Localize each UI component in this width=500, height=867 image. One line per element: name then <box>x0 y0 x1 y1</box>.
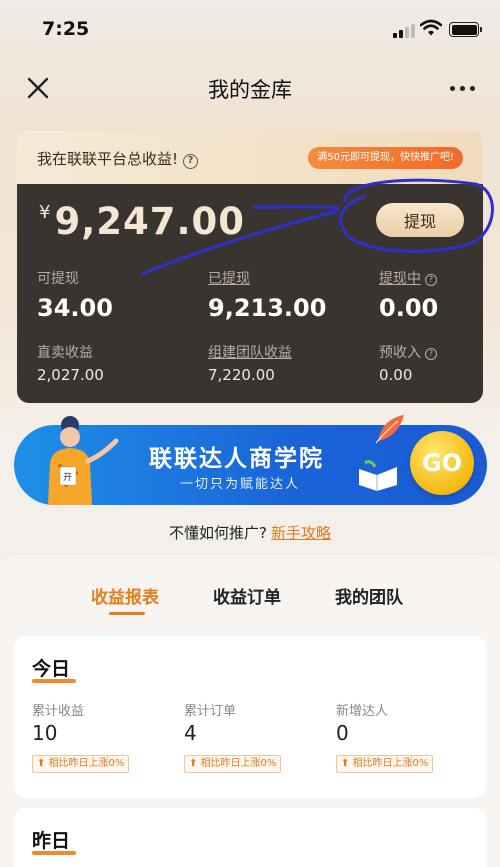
go-button[interactable]: GO <box>410 431 474 495</box>
substat-label: 预收入 <box>379 345 421 361</box>
balance-amount: 9,247.00 <box>54 200 246 243</box>
wifi-icon <box>420 19 442 36</box>
earnings-label: 我在联联平台总收益! <box>37 150 179 168</box>
banner-title: 联联达人商学院 <box>149 446 324 472</box>
metric-value: 10 <box>32 721 58 745</box>
cellular-signal-icon <box>393 22 415 38</box>
page-title: 我的金库 <box>208 78 292 102</box>
metric-total-orders: 累计订单 4 ⬆ 相比昨日上涨0% <box>184 700 282 773</box>
substat-pre-income: 预收入? 0.00 <box>379 342 437 384</box>
stat-label: 已提现 <box>208 271 250 287</box>
banner-subtitle: 一切只为赋能达人 <box>180 477 301 492</box>
metric-compare-badge: ⬆ 相比昨日上涨0% <box>32 755 130 773</box>
metric-total-income: 累计收益 10 ⬆ 相比昨日上涨0% <box>32 700 130 773</box>
status-bar: 7:25 <box>0 0 500 58</box>
guide-line: 不懂如何推广? 新手攻略 <box>0 522 500 543</box>
earnings-card: ¥9,247.00 提现 可提现 34.00 已提现 9,213.00 提现中?… <box>17 184 483 403</box>
metric-label: 累计收益 <box>32 704 85 719</box>
leaf-decoration <box>375 415 404 444</box>
stat-value: 9,213.00 <box>208 294 327 322</box>
help-icon[interactable]: ? <box>425 348 437 360</box>
substat-label: 直卖收益 <box>37 345 93 361</box>
metric-new-talents: 新增达人 0 ⬆ 相比昨日上涨0% <box>336 700 434 773</box>
substat-value: 7,220.00 <box>208 366 275 384</box>
today-card: 今日 累计收益 10 ⬆ 相比昨日上涨0% 累计订单 4 ⬆ 相比昨日上涨0% … <box>14 636 486 798</box>
battery-icon <box>449 22 482 37</box>
stat-withdrawn[interactable]: 已提现 9,213.00 <box>208 268 326 322</box>
yesterday-title: 昨日 <box>32 826 77 855</box>
substat-value: 2,027.00 <box>37 366 104 384</box>
metric-label: 累计订单 <box>184 704 237 719</box>
status-time: 7:25 <box>42 18 90 40</box>
substat-team-income[interactable]: 组建团队收益 7,220.00 <box>208 342 292 384</box>
currency-symbol: ¥ <box>39 202 51 223</box>
stat-value: 34.00 <box>37 294 113 322</box>
help-icon[interactable]: ? <box>425 274 437 286</box>
stat-withdrawable[interactable]: 可提现 34.00 <box>37 268 113 322</box>
yesterday-card: 昨日 <box>14 808 486 867</box>
substat-direct-sales: 直卖收益 2,027.00 <box>37 342 104 384</box>
guide-text: 不懂如何推广? <box>169 524 267 542</box>
metric-value: 4 <box>184 721 197 745</box>
stat-label: 可提现 <box>37 271 79 287</box>
person-illustration: 开 <box>48 416 119 505</box>
stat-withdrawing[interactable]: 提现中? 0.00 <box>379 268 438 322</box>
more-icon[interactable] <box>446 78 480 98</box>
tab-my-team[interactable]: 我的团队 <box>335 583 403 608</box>
sign-text: 开 <box>63 472 72 483</box>
stat-label: 提现中 <box>379 271 421 287</box>
help-icon[interactable]: ? <box>183 154 199 169</box>
metric-compare-badge: ⬆ 相比昨日上涨0% <box>336 755 434 773</box>
report-tabs: 收益报表 收益订单 我的团队 <box>0 583 500 623</box>
promo-badge: 满50元即可提现，快快推广吧! <box>308 147 463 169</box>
beginner-guide-link[interactable]: 新手攻略 <box>271 524 331 542</box>
stat-value: 0.00 <box>379 294 439 322</box>
academy-banner[interactable]: 开 联联达人商学院 一切只为赋能达人 GO <box>14 415 487 505</box>
metric-label: 新增达人 <box>336 704 389 719</box>
tab-earnings-orders[interactable]: 收益订单 <box>213 583 281 608</box>
close-icon[interactable] <box>24 74 52 102</box>
metric-value: 0 <box>336 721 349 745</box>
earnings-card-header: 我在联联平台总收益!? 满50元即可提现，快快推广吧! <box>17 131 483 186</box>
today-title: 今日 <box>32 654 77 683</box>
withdraw-button[interactable]: 提现 <box>376 203 464 237</box>
tab-earnings-report[interactable]: 收益报表 <box>91 583 159 608</box>
book-icon <box>359 460 397 491</box>
active-tab-indicator <box>109 612 145 615</box>
metric-compare-badge: ⬆ 相比昨日上涨0% <box>184 755 282 773</box>
total-balance: ¥9,247.00 <box>39 200 245 243</box>
substat-label: 组建团队收益 <box>208 345 292 361</box>
substat-value: 0.00 <box>379 366 413 384</box>
